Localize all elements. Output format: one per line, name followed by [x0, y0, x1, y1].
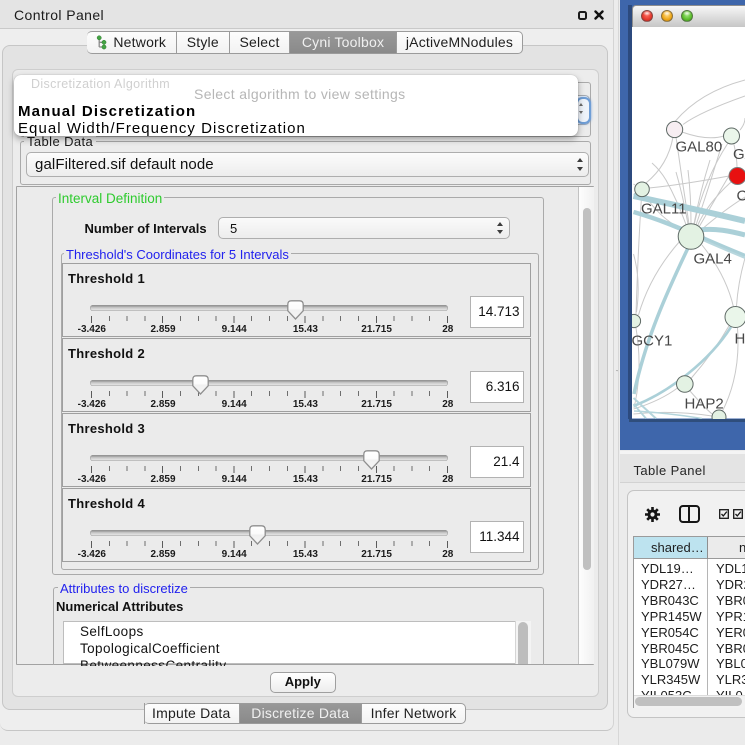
svg-text:GA: GA	[733, 146, 745, 163]
svg-text:GAL11: GAL11	[641, 201, 687, 218]
svg-text:H: H	[735, 331, 745, 348]
svg-text:HAP2: HAP2	[685, 396, 724, 413]
svg-text:C: C	[737, 188, 745, 205]
svg-text:GAL4: GAL4	[694, 251, 732, 268]
svg-text:GAL80: GAL80	[676, 139, 723, 156]
svg-text:GCY1: GCY1	[632, 333, 672, 350]
